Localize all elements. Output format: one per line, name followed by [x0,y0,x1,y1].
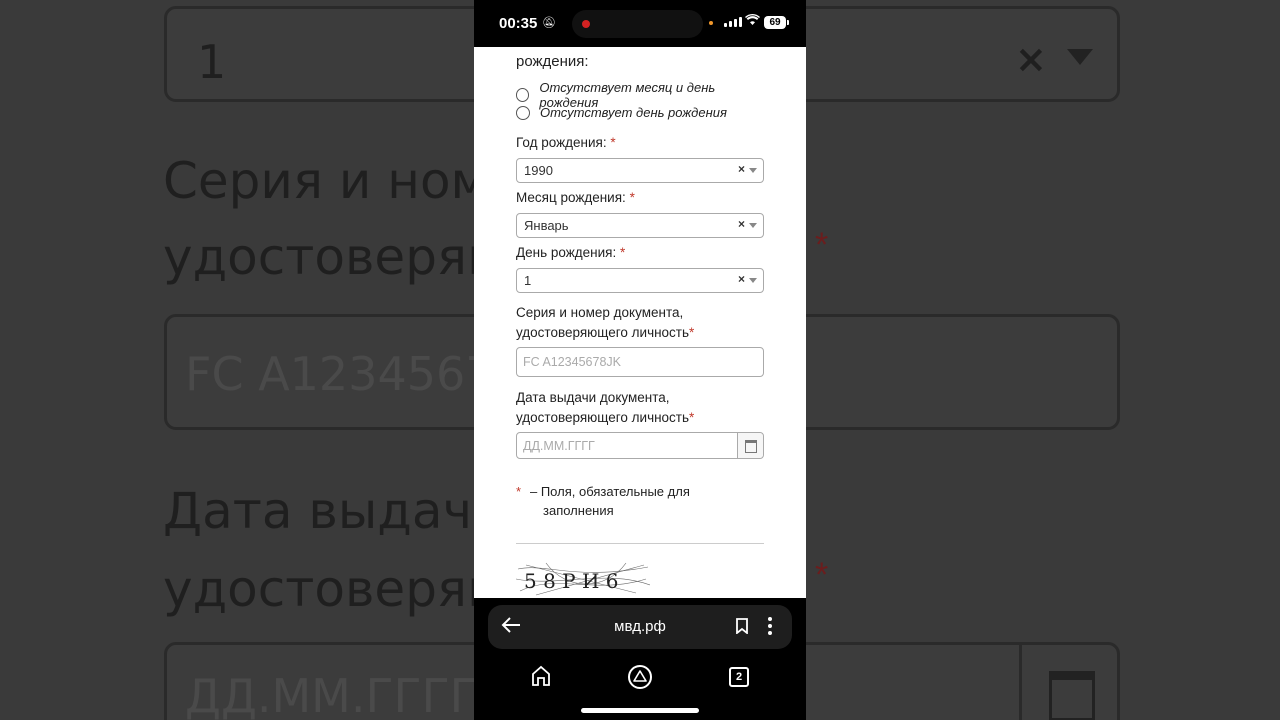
calendar-button[interactable] [737,433,763,458]
bg-required-star: * [815,226,829,264]
bg-input-placeholder: FC A1234567 [185,347,495,401]
radio-circle[interactable] [516,88,530,102]
birth-year-select[interactable]: 1990 × [516,158,764,183]
cellular-signal-icon [724,17,742,27]
browser-toolbar: мвд.рф 2 [474,598,806,720]
address-bar[interactable]: мвд.рф [488,605,792,649]
birth-day-select[interactable]: 1 × [516,268,764,293]
home-indicator [581,708,699,713]
captcha-text: 5 8 Р И 6 [524,569,619,593]
birth-year-label: Год рождения: * [516,135,616,150]
bg-clear-icon: × [1015,37,1047,81]
calendar-icon [745,440,757,453]
dynamic-island [572,10,703,38]
divider [516,543,764,544]
assistant-icon[interactable] [628,665,652,689]
status-time: 00:35 [499,15,538,32]
birth-month-value: Январь [524,218,569,233]
birth-day-value: 1 [524,273,532,288]
wifi-icon [745,14,760,29]
birth-month-select[interactable]: Январь × [516,213,764,238]
birth-year-value: 1990 [524,163,553,178]
bg-label2-line1: Дата выдачи [163,482,505,540]
home-icon[interactable] [530,665,552,687]
partial-label: рождения: [516,53,589,70]
mic-indicator-icon [709,21,713,25]
chevron-down-icon[interactable] [749,278,757,283]
document-date-placeholder: ДД.ММ.ГГГГ [523,439,595,453]
document-number-input[interactable]: FC A12345678JK [516,347,764,377]
bg-calendar-icon [1049,671,1095,720]
chevron-down-icon[interactable] [749,223,757,228]
radio-label: Отсутствует день рождения [540,105,727,120]
recording-icon [582,20,590,28]
bg-date-placeholder: ДД.ММ.ГГГГ [185,669,478,720]
radio-circle[interactable] [516,105,530,120]
bg-label2-line2: удостоверяю [163,560,510,618]
clear-icon[interactable]: × [738,217,745,231]
clear-icon[interactable]: × [738,272,745,286]
more-menu-icon[interactable] [768,617,772,638]
bg-required-star-2: * [815,556,829,594]
battery-icon: 69 [764,16,789,29]
required-note: * – Поля, обязательные для заполнения [516,484,690,518]
bg-select-value: 1 [197,35,227,89]
bookmark-icon[interactable] [736,618,748,634]
document-date-label: Дата выдачи документа, удостоверяющего л… [516,390,695,425]
bg-label-line1: Серия и номе [163,152,520,210]
birth-day-label: День рождения: * [516,245,626,260]
radio-no-day[interactable]: Отсутствует день рождения [516,105,727,120]
bg-dropdown-icon [1067,49,1093,65]
captcha-image: 5 8 Р И 6 [516,562,650,596]
tabs-count-icon[interactable]: 2 [729,667,749,687]
bell-off-icon: 🔕︎ [542,17,556,29]
document-number-label: Серия и номер документа, удостоверяющего… [516,305,695,340]
status-bar: 00:35 🔕︎ 69 [474,0,806,47]
clear-icon[interactable]: × [738,162,745,176]
phone-screen: 00:35 🔕︎ 69 рождения: Отсутствует месяц … [474,0,806,720]
document-number-placeholder: FC A12345678JK [523,355,621,369]
document-date-input[interactable]: ДД.ММ.ГГГГ [516,432,764,459]
chevron-down-icon[interactable] [749,168,757,173]
birth-month-label: Месяц рождения: * [516,190,635,205]
bg-label-line2: удостоверяю [163,228,510,286]
